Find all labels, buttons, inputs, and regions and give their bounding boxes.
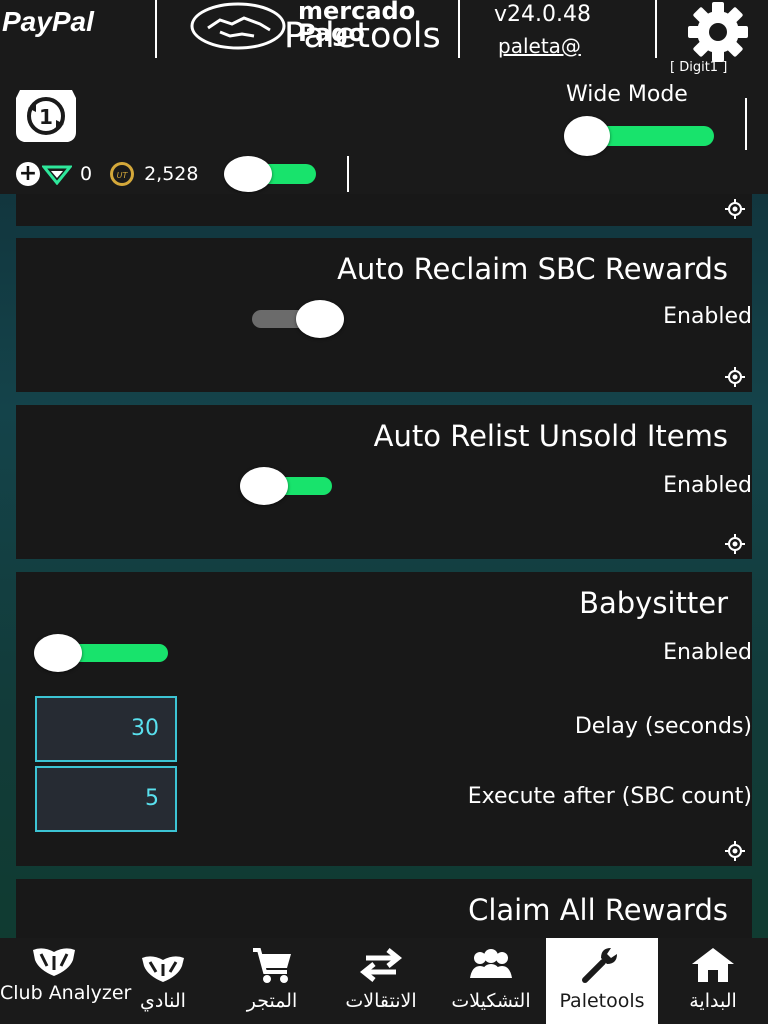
divider — [655, 0, 657, 58]
coins-value: 2,528 — [144, 163, 199, 185]
bottom-navigation: Club Analyzer النادي المتجر الانتقالات ا… — [0, 938, 768, 1024]
card-title: Claim All Rewards — [468, 893, 728, 927]
coin-icon: UT — [110, 162, 135, 186]
mercado-pago-handshake-icon[interactable] — [190, 2, 286, 50]
shield-icon — [33, 948, 75, 976]
status-label: Enabled — [663, 473, 752, 498]
nav-paletools[interactable]: Paletools — [546, 938, 658, 1024]
user-link[interactable]: paleta@ — [498, 34, 581, 58]
currency-toggle[interactable] — [224, 156, 318, 192]
auto-relist-card: Auto Relist Unsold Items Enabled — [16, 405, 752, 559]
auto-reclaim-toggle[interactable] — [252, 300, 344, 338]
top-bar: PayPal mercado Pago Paletools v24.0.48 p… — [0, 0, 768, 78]
version-label: v24.0.48 — [494, 2, 591, 27]
locate-icon[interactable] — [724, 366, 746, 388]
divider — [458, 0, 460, 58]
delay-seconds-input[interactable]: 30 — [35, 696, 177, 762]
paypal-link[interactable]: PayPal — [2, 6, 94, 38]
card-title: Auto Relist Unsold Items — [373, 419, 728, 453]
nav-transfers[interactable]: الانتقالات — [326, 938, 436, 1024]
settings-card-partial — [16, 194, 752, 226]
sbc-count-label: Execute after (SBC count) — [467, 784, 752, 809]
status-label: Enabled — [663, 640, 752, 665]
delay-seconds-label: Delay (seconds) — [574, 714, 752, 739]
nav-squads[interactable]: التشكيلات — [436, 938, 546, 1024]
nav-home[interactable]: البداية — [658, 938, 768, 1024]
svg-text:UT: UT — [117, 171, 129, 180]
transfer-arrows-icon — [359, 948, 403, 982]
divider — [745, 98, 747, 150]
card-title: Babysitter — [579, 586, 728, 620]
settings-shortcut-label: [ Digit1 ] — [670, 60, 728, 75]
locate-icon[interactable] — [724, 198, 746, 220]
sbc-count-input[interactable]: 5 — [35, 766, 177, 832]
wide-mode-label: Wide Mode — [566, 82, 688, 107]
status-header: 1 Wide Mode + 0 UT 2,528 — [0, 78, 768, 194]
fc-points-icon — [42, 165, 72, 185]
app-title: Paletools — [284, 16, 441, 56]
locate-icon[interactable] — [724, 840, 746, 862]
home-icon — [692, 948, 734, 982]
add-points-icon[interactable]: + — [16, 162, 40, 186]
nav-club-analyzer[interactable]: Club Analyzer — [0, 938, 131, 1024]
auto-relist-toggle[interactable] — [240, 467, 332, 505]
sbc-badge-icon[interactable]: 1 — [14, 86, 78, 146]
shield-icon — [142, 956, 184, 982]
claim-all-rewards-card: Claim All Rewards — [16, 879, 752, 939]
divider — [347, 156, 349, 192]
nav-store[interactable]: المتجر — [218, 938, 326, 1024]
wide-mode-toggle[interactable] — [564, 116, 716, 156]
points-value: 0 — [80, 163, 93, 185]
divider — [155, 0, 157, 58]
wrench-icon — [582, 948, 617, 983]
cart-icon — [253, 948, 291, 983]
card-title: Auto Reclaim SBC Rewards — [337, 252, 728, 286]
locate-icon[interactable] — [724, 533, 746, 555]
nav-club[interactable]: النادي — [108, 938, 218, 1024]
badge-number: 1 — [39, 105, 53, 129]
squad-icon — [470, 949, 512, 978]
babysitter-toggle[interactable] — [34, 634, 168, 672]
auto-reclaim-sbc-card: Auto Reclaim SBC Rewards Enabled — [16, 238, 752, 392]
currency-bar: + 0 UT 2,528 — [16, 158, 215, 190]
status-label: Enabled — [663, 304, 752, 329]
babysitter-card: Babysitter Enabled 30 Delay (seconds) 5 … — [16, 572, 752, 866]
